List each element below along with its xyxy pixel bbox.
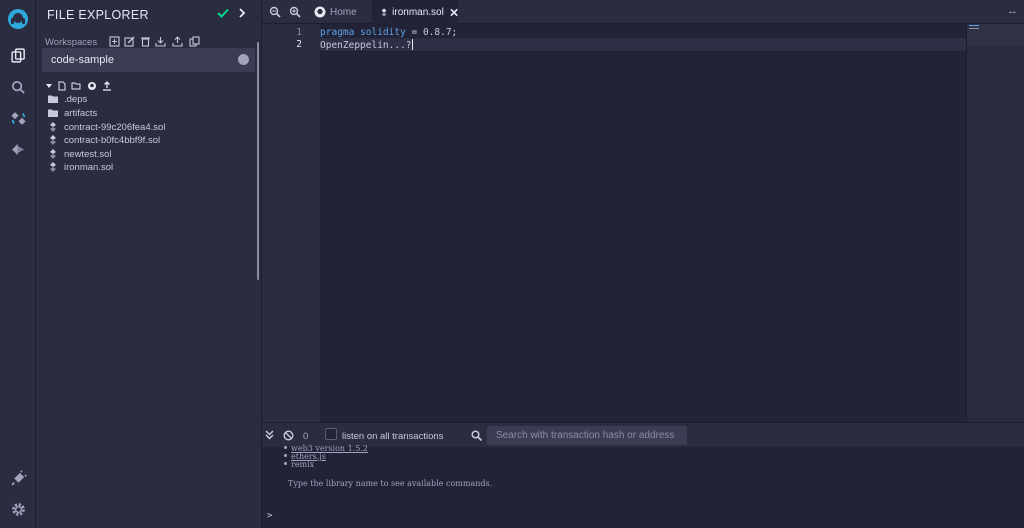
code-line-2: OpenZeppelin...? [320,39,413,51]
search-icon[interactable] [0,73,36,101]
code-line-1: pragma solidity = 0.8.7; [320,27,457,38]
tree-item-artifacts[interactable]: artifacts [48,106,97,120]
deploy-run-icon[interactable] [0,135,36,163]
clone-workspace-icon[interactable] [189,36,200,47]
tree-item-newtest[interactable]: newtest.sol [48,147,112,161]
tree-item-label: artifacts [64,107,98,119]
tab-active-label: ironman.sol [392,6,444,18]
workspace-select[interactable]: code-sample [42,48,255,72]
tree-item-ironman[interactable]: ironman.sol [48,160,113,174]
zoom-in-icon[interactable] [289,6,301,18]
tree-item-label: contract-b0fc4bbf9f.sol [64,134,161,146]
search-icon [471,430,482,441]
pending-transactions-count: 0 [303,431,309,442]
solidity-file-icon [48,162,58,172]
remix-logo-icon[interactable] [0,4,36,34]
terminal-output: web3 version 1.5.2 ethers.js remix Type … [262,444,1024,528]
panel-scrollbar[interactable] [257,42,259,280]
settings-icon[interactable] [0,495,36,523]
listen-checkbox[interactable] [325,428,337,440]
code-editor[interactable]: 1 2 pragma solidity = 0.8.7; OpenZeppeli… [262,24,1024,422]
folder-icon [48,94,58,104]
minimap-line [969,28,979,29]
solidity-compiler-icon[interactable] [0,104,36,132]
solidity-file-icon [48,135,58,145]
solidity-file-icon [48,149,58,159]
line-number: 2 [296,39,302,50]
double-chevron-down-icon[interactable] [265,430,274,440]
workspace-select-value: code-sample [51,54,114,66]
upload-workspace-icon[interactable] [172,36,183,47]
tab-home[interactable]: Home [306,0,372,24]
tree-item-contract-99c206fea4[interactable]: contract-99c206fea4.sol [48,120,165,134]
terminal-toolbar: 0 listen on all transactions [262,422,1024,447]
solidity-file-icon [48,122,58,132]
upload-file-icon[interactable] [102,81,112,91]
workspaces-label: Workspaces [45,37,98,48]
zoom-out-icon[interactable] [269,6,281,18]
tab-home-label: Home [330,6,357,18]
panel-title: FILE EXPLORER [47,8,149,22]
create-workspace-icon[interactable] [109,36,120,47]
file-explorer-panel: FILE EXPLORER Workspaces code-sample .de… [36,0,262,528]
code-text: OpenZeppelin...? [320,40,412,51]
library-label: remix [291,460,315,469]
new-folder-icon[interactable] [71,81,81,91]
tree-item-contract-b0fc4bbf9f[interactable]: contract-b0fc4bbf9f.sol [48,133,160,147]
clear-console-icon[interactable] [283,430,294,441]
new-file-icon[interactable] [57,81,67,91]
tabs-bar: Home ironman.sol ↔ [262,0,1024,24]
code-text: = 0.8.7; [405,27,458,38]
terminal-hint: Type the library name to see available c… [288,479,493,488]
folder-icon [48,108,58,118]
library-item: remix [284,460,314,469]
github-icon[interactable] [87,81,97,91]
rename-workspace-icon[interactable] [124,36,135,47]
line-gutter: 1 2 [262,24,320,422]
delete-workspace-icon[interactable] [140,36,151,47]
text-cursor [411,39,413,50]
tree-item-label: contract-99c206fea4.sol [64,121,166,133]
download-workspace-icon[interactable] [155,36,166,47]
chevron-right-icon[interactable] [236,6,248,20]
tree-item-label: newtest.sol [64,148,112,160]
plugin-manager-icon[interactable] [0,464,36,492]
tab-ironman-sol[interactable]: ironman.sol [372,0,458,24]
expand-icon[interactable]: ↔ [1007,5,1018,17]
select-arrow-icon [238,54,249,65]
minimap-line [969,25,979,26]
tree-item-label: ironman.sol [64,161,114,173]
icon-rail [0,0,36,528]
transaction-search-input[interactable] [487,426,687,445]
tree-item-label: .deps [64,93,88,105]
active-line-highlight [320,38,966,51]
tree-item-deps[interactable]: .deps [48,92,87,106]
caret-down-icon[interactable] [44,81,54,91]
check-icon [217,8,229,18]
line-number: 1 [296,27,302,38]
terminal-prompt[interactable]: > [267,511,272,521]
listen-label: listen on all transactions [342,431,444,442]
minimap[interactable] [966,24,1024,422]
close-icon[interactable] [450,8,458,17]
remix-home-icon [314,6,326,18]
code-keyword: pragma solidity [320,27,406,38]
file-explorer-icon[interactable] [0,41,36,69]
solidity-file-icon [381,7,387,17]
